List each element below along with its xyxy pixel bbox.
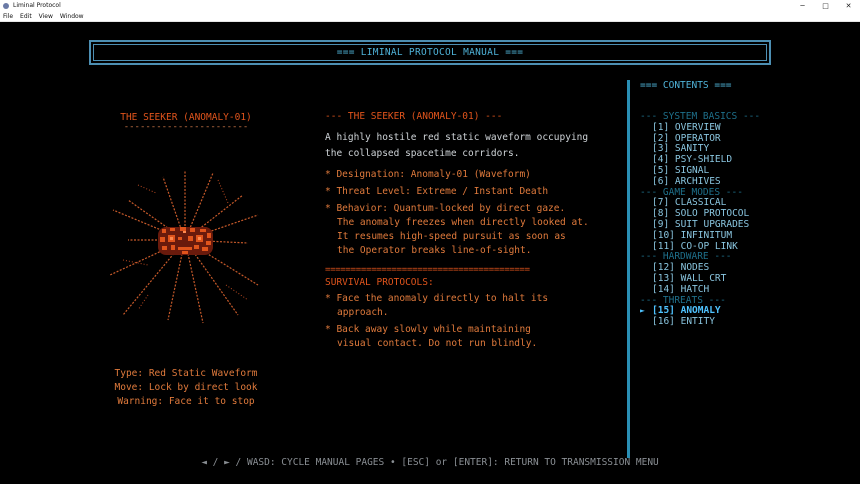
menu-edit[interactable]: Edit — [20, 13, 32, 20]
contents-item-label: [2] OPERATOR — [652, 132, 721, 144]
contents-list: --- SYSTEM BASICS --- [1] OVERVIEW [2] OPE… — [640, 111, 850, 328]
contents-item-label: [10] INFINITUM — [652, 229, 733, 241]
bullet-line: * Designation: Anomaly-01 (Waveform) — [325, 169, 531, 180]
contents-item-label: [15] ANOMALY — [652, 305, 721, 317]
window-title: Liminal Protocol — [13, 2, 61, 9]
bullet-behavior: * Behavior: Quantum-locked by direct gaz… — [325, 202, 615, 258]
stat-move: Move: Lock by direct look — [114, 382, 258, 393]
contents-title: === CONTENTS === — [640, 80, 732, 91]
menubar: File Edit View Window — [0, 11, 860, 22]
bullet-threat-level: * Threat Level: Extreme / Instant Death — [325, 185, 615, 199]
stat-type: Type: Red Static Waveform — [114, 368, 258, 379]
maximize-button[interactable]: □ — [814, 0, 837, 11]
entry-body: --- THE SEEKER (ANOMALY-01) --- A highly… — [325, 110, 615, 351]
contents-item-label: [4] PSY-SHIELD — [652, 154, 733, 166]
sidebar-separator — [627, 80, 630, 458]
contents-item-label: [9] SUIT UPGRADES — [652, 218, 750, 230]
stat-warning: Warning: Face it to stop — [117, 396, 255, 407]
bullet-line: approach. — [337, 307, 389, 318]
bullet-designation: * Designation: Anomaly-01 (Waveform) — [325, 168, 615, 182]
contents-item-label: [11] CO-OP LINK — [652, 240, 738, 252]
menu-window[interactable]: Window — [60, 13, 84, 20]
contents-item-label: [14] HATCH — [652, 283, 710, 295]
contents-item[interactable]: [14] HATCH — [640, 283, 850, 296]
section-divider: ======================================== — [325, 265, 530, 275]
anomaly-ascii-art — [109, 170, 259, 324]
contents-item[interactable]: [11] CO-OP LINK — [640, 240, 850, 253]
bullet-line: It resumes high-speed pursuit as soon as — [337, 231, 566, 242]
contents-item-label: [5] SIGNAL — [652, 164, 710, 176]
contents-item-label: [16] ENTITY — [652, 316, 715, 328]
description-line: A highly hostile red static waveform occ… — [325, 132, 589, 143]
contents-item-label: [12] NODES — [652, 262, 710, 274]
bullet-line: * Face the anomaly directly to halt its — [325, 293, 549, 304]
contents-item-label: [7] CLASSICAL — [652, 197, 727, 209]
contents-item-label: [1] OVERVIEW — [652, 121, 721, 133]
seeker-stats: Type: Red Static Waveform Move: Lock by … — [96, 367, 276, 409]
survival-bullet-back-away: * Back away slowly while maintaining vis… — [325, 323, 615, 351]
contents-item-label: [8] SOLO PROTOCOL — [652, 208, 750, 220]
selection-arrow-icon: ► — [640, 306, 645, 316]
window-controls: ─ □ ✕ — [791, 0, 860, 11]
survival-heading: SURVIVAL PROTOCOLS: — [325, 277, 434, 288]
bullet-line: * Back away slowly while maintaining — [325, 324, 531, 335]
contents-sidebar: === CONTENTS === --- SYSTEM BASICS --- [1… — [640, 80, 850, 328]
bullet-line: * Behavior: Quantum-locked by direct gaz… — [325, 203, 566, 214]
contents-item[interactable]: [16] ENTITY — [640, 316, 850, 328]
entry-heading: --- THE SEEKER (ANOMALY-01) --- — [325, 111, 503, 122]
close-button[interactable]: ✕ — [837, 0, 860, 11]
description-line: the collapsed spacetime corridors. — [325, 148, 520, 159]
bullet-line: * Threat Level: Extreme / Instant Death — [325, 186, 549, 197]
bullet-line: The anomaly freezes when directly looked… — [337, 217, 589, 228]
seeker-title-underline: ----------------------- — [123, 122, 249, 132]
bullet-line: visual contact. Do not run blindly. — [337, 338, 538, 349]
menu-view[interactable]: View — [39, 13, 53, 20]
contents-item-label: [6] ARCHIVES — [652, 175, 721, 187]
survival-bullet-face: * Face the anomaly directly to halt its … — [325, 292, 615, 320]
window-titlebar: Liminal Protocol ─ □ ✕ — [0, 0, 860, 11]
entry-description: A highly hostile red static waveform occ… — [325, 130, 615, 162]
controls-hint: ◄ / ► / WASD: CYCLE MANUAL PAGES • [ESC]… — [201, 457, 659, 468]
menu-file[interactable]: File — [3, 13, 13, 20]
minimize-button[interactable]: ─ — [791, 0, 814, 11]
contents-item-label: [13] WALL CRT — [652, 272, 727, 284]
manual-header: === LIMINAL PROTOCOL MANUAL === — [89, 40, 771, 65]
contents-item-label: [3] SANITY — [652, 143, 710, 155]
app-icon — [3, 2, 9, 9]
bullet-line: the Operator breaks line-of-sight. — [337, 245, 532, 256]
manual-title: === LIMINAL PROTOCOL MANUAL === — [336, 47, 524, 58]
contents-item[interactable]: [6] ARCHIVES — [640, 175, 850, 188]
